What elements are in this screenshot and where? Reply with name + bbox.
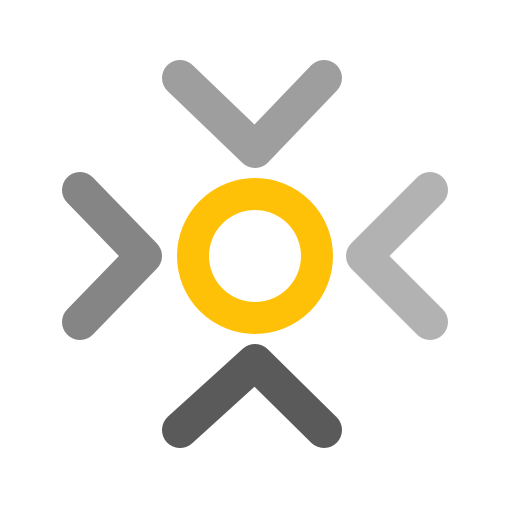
chevron-right-icon bbox=[62, 172, 162, 340]
focus-target-icon bbox=[62, 60, 448, 448]
ring-icon bbox=[177, 178, 333, 334]
chevron-left-icon bbox=[346, 172, 448, 340]
app-icon-canvas bbox=[0, 0, 512, 512]
chevron-up-icon bbox=[162, 344, 342, 448]
chevron-down-icon bbox=[162, 60, 342, 168]
